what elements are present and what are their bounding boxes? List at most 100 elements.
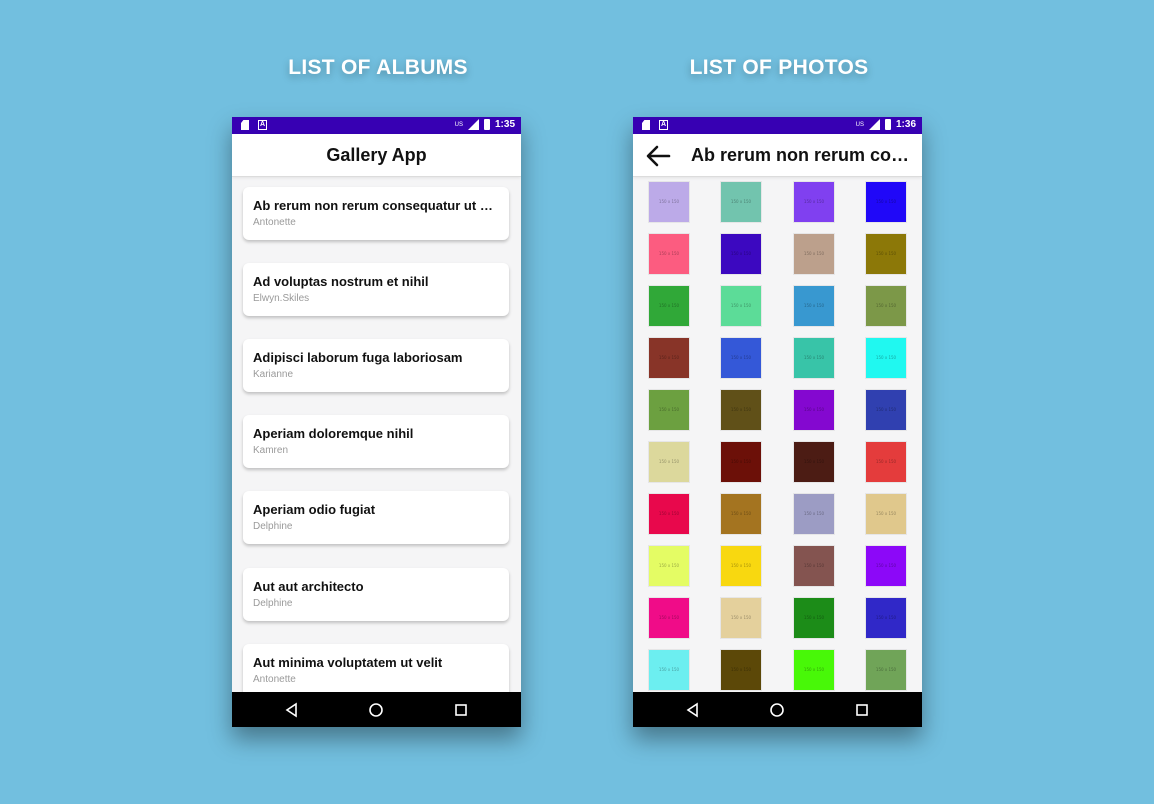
photo-thumbnail[interactable]: 150 x 150 (866, 234, 906, 274)
photo-placeholder-label: 150 x 150 (875, 251, 897, 256)
photo-placeholder-label: 150 x 150 (875, 199, 897, 204)
caption-list-of-photos: LIST OF PHOTOS (689, 56, 869, 79)
photo-thumbnail[interactable]: 150 x 150 (794, 650, 834, 690)
photo-thumbnail[interactable]: 150 x 150 (794, 546, 834, 586)
photo-thumbnail[interactable]: 150 x 150 (866, 182, 906, 222)
photo-placeholder-label: 150 x 150 (658, 251, 680, 256)
photo-thumbnail[interactable]: 150 x 150 (721, 182, 761, 222)
photo-thumbnail[interactable]: 150 x 150 (721, 286, 761, 326)
photo-thumbnail[interactable]: 150 x 150 (866, 442, 906, 482)
photo-grid[interactable]: 150 x 150 150 x 150 150 x 150 150 x 150 150 … (633, 177, 922, 692)
album-card[interactable]: Ad voluptas nostrum et nihil Elwyn.Skile… (243, 263, 509, 316)
photo-thumbnail[interactable]: 150 x 150 (649, 182, 689, 222)
photo-thumbnail[interactable]: 150 x 150 (866, 390, 906, 430)
photo-thumbnail[interactable]: 150 x 150 (794, 442, 834, 482)
system-nav-bar (232, 692, 521, 727)
photo-thumbnail[interactable]: 150 x 150 (721, 598, 761, 638)
photo-thumbnail[interactable]: 150 x 150 (794, 286, 834, 326)
back-triangle-icon[interactable] (685, 702, 701, 718)
photo-thumbnail[interactable]: 150 x 150 (794, 182, 834, 222)
photo-placeholder-label: 150 x 150 (658, 407, 680, 412)
photo-thumbnail[interactable]: 150 x 150 (649, 598, 689, 638)
photo-thumbnail[interactable]: 150 x 150 (866, 338, 906, 378)
photo-placeholder-label: 150 x 150 (875, 563, 897, 568)
photo-placeholder-label: 150 x 150 (875, 407, 897, 412)
photo-placeholder-label: 150 x 150 (803, 303, 825, 308)
photo-thumbnail[interactable]: 150 x 150 (866, 650, 906, 690)
album-card[interactable]: Aut aut architecto Delphine (243, 568, 509, 621)
album-title: Aut minima voluptatem ut velit (253, 655, 443, 670)
photo-placeholder-label: 150 x 150 (658, 459, 680, 464)
photo-thumbnail[interactable]: 150 x 150 (649, 338, 689, 378)
photo-thumbnail[interactable]: 150 x 150 (794, 598, 834, 638)
album-card[interactable]: Aut minima voluptatem ut velit Antonette (243, 644, 509, 692)
photo-placeholder-label: 150 x 150 (875, 667, 897, 672)
photo-thumbnail[interactable]: 150 x 150 (794, 494, 834, 534)
photo-placeholder-label: 150 x 150 (658, 667, 680, 672)
photo-placeholder-label: 150 x 150 (730, 303, 752, 308)
photo-thumbnail[interactable]: 150 x 150 (649, 494, 689, 534)
back-triangle-icon[interactable] (284, 702, 300, 718)
photo-thumbnail[interactable]: 150 x 150 (721, 650, 761, 690)
photo-placeholder-label: 150 x 150 (730, 511, 752, 516)
battery-icon (884, 119, 891, 130)
photo-thumbnail[interactable]: 150 x 150 (794, 234, 834, 274)
album-title: Aperiam odio fugiat (253, 502, 376, 517)
photo-thumbnail[interactable]: 150 x 150 (649, 650, 689, 690)
photo-placeholder-label: 150 x 150 (875, 615, 897, 620)
photos-phone-screen: A US 1:36 Ab rerum non rerum consequatur… (633, 117, 922, 727)
photo-thumbnail[interactable]: 150 x 150 (866, 494, 906, 534)
notification-a-icon: A (659, 120, 668, 130)
page-title: Gallery App (326, 145, 427, 165)
status-bar: A US 1:35 (232, 117, 521, 134)
photo-placeholder-label: 150 x 150 (803, 667, 825, 672)
album-card[interactable]: Aperiam doloremque nihil Kamren (243, 415, 509, 468)
photo-placeholder-label: 150 x 150 (658, 563, 680, 568)
album-user: Antonette (253, 217, 296, 228)
album-list[interactable]: Ab rerum non rerum consequatur ut ea und… (232, 177, 521, 692)
photo-thumbnail[interactable]: 150 x 150 (866, 286, 906, 326)
carrier-label: US (855, 121, 864, 128)
album-user: Antonette (253, 674, 296, 685)
photo-placeholder-label: 150 x 150 (730, 407, 752, 412)
photo-thumbnail[interactable]: 150 x 150 (866, 598, 906, 638)
photo-thumbnail[interactable]: 150 x 150 (649, 442, 689, 482)
photo-thumbnail[interactable]: 150 x 150 (721, 546, 761, 586)
sd-card-icon (642, 120, 650, 130)
photo-thumbnail[interactable]: 150 x 150 (721, 390, 761, 430)
photo-thumbnail[interactable]: 150 x 150 (721, 442, 761, 482)
photo-placeholder-label: 150 x 150 (875, 303, 897, 308)
photo-placeholder-label: 150 x 150 (730, 459, 752, 464)
status-time: 1:35 (494, 119, 515, 130)
signal-icon (467, 119, 479, 130)
album-card[interactable]: Aperiam odio fugiat Delphine (243, 491, 509, 544)
photo-thumbnail[interactable]: 150 x 150 (866, 546, 906, 586)
photo-placeholder-label: 150 x 150 (875, 511, 897, 516)
photo-thumbnail[interactable]: 150 x 150 (721, 338, 761, 378)
photo-placeholder-label: 150 x 150 (730, 563, 752, 568)
photo-thumbnail[interactable]: 150 x 150 (649, 390, 689, 430)
album-card[interactable]: Ab rerum non rerum consequatur ut ea und… (243, 187, 509, 240)
back-arrow-icon[interactable] (645, 144, 671, 168)
carrier-label: US (454, 121, 463, 128)
recent-apps-square-icon[interactable] (453, 702, 469, 718)
album-title: Adipisci laborum fuga laboriosam (253, 350, 463, 365)
photo-placeholder-label: 150 x 150 (730, 615, 752, 620)
album-title: Ab rerum non rerum consequatur ut ea und… (253, 198, 499, 213)
photo-thumbnail[interactable]: 150 x 150 (721, 234, 761, 274)
home-circle-icon[interactable] (769, 702, 785, 718)
album-user: Delphine (253, 598, 293, 609)
photo-placeholder-label: 150 x 150 (803, 511, 825, 516)
photo-placeholder-label: 150 x 150 (803, 251, 825, 256)
photo-thumbnail[interactable]: 150 x 150 (649, 286, 689, 326)
home-circle-icon[interactable] (368, 702, 384, 718)
photo-thumbnail[interactable]: 150 x 150 (794, 390, 834, 430)
album-card[interactable]: Adipisci laborum fuga laboriosam Kariann… (243, 339, 509, 392)
photo-thumbnail[interactable]: 150 x 150 (794, 338, 834, 378)
photo-placeholder-label: 150 x 150 (658, 615, 680, 620)
photo-thumbnail[interactable]: 150 x 150 (649, 234, 689, 274)
photo-thumbnail[interactable]: 150 x 150 (721, 494, 761, 534)
photo-thumbnail[interactable]: 150 x 150 (649, 546, 689, 586)
recent-apps-square-icon[interactable] (854, 702, 870, 718)
album-user: Delphine (253, 521, 293, 532)
